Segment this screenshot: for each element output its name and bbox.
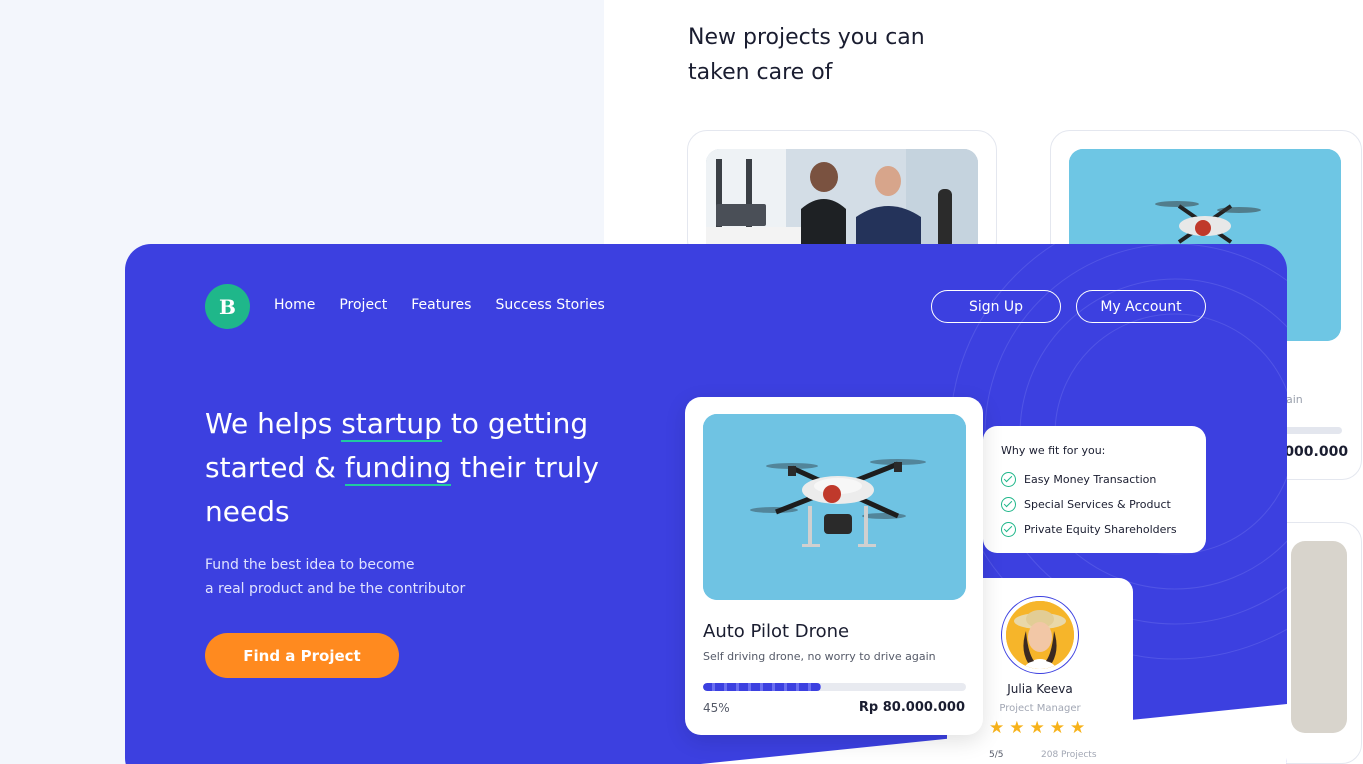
- brand-logo[interactable]: B: [205, 284, 250, 329]
- check-circle-icon: [1001, 522, 1016, 537]
- nav-success-stories[interactable]: Success Stories: [495, 297, 604, 313]
- why-we-fit-card: Why we fit for you: Easy Money Transacti…: [983, 426, 1206, 553]
- why-item: Private Equity Shareholders: [1001, 517, 1206, 542]
- back-project-card-1[interactable]: [687, 130, 997, 260]
- project-description: Self driving drone, no worry to drive ag…: [703, 650, 936, 663]
- star-icon: ★: [1029, 718, 1045, 738]
- star-icon: ★: [1009, 718, 1025, 738]
- why-item: Easy Money Transaction: [1001, 467, 1206, 492]
- why-item: Special Services & Product: [1001, 492, 1206, 517]
- project-count: 208 Projects: [1041, 750, 1097, 760]
- funding-percent: 45%: [703, 701, 730, 715]
- team-photo: [706, 149, 978, 259]
- drone-photo: [703, 414, 966, 600]
- hero-subtitle: Fund the best idea to become a real prod…: [205, 557, 466, 597]
- hero-headline: We helps startup to getting started & fu…: [205, 402, 645, 534]
- rating-value: 5/5: [989, 750, 1004, 760]
- check-circle-icon: [1001, 497, 1016, 512]
- back-card-price: .000.000: [1279, 444, 1349, 460]
- avatar: [1001, 596, 1079, 674]
- nav-features[interactable]: Features: [411, 297, 471, 313]
- funding-target: Rp 80.000.000: [858, 700, 965, 715]
- star-rating: ★ ★ ★ ★ ★: [989, 718, 1085, 738]
- nav-project[interactable]: Project: [339, 297, 387, 313]
- find-project-button[interactable]: Find a Project: [205, 633, 399, 678]
- check-circle-icon: [1001, 472, 1016, 487]
- why-title: Why we fit for you:: [1001, 444, 1106, 457]
- hero-section: B Home Project Features Success Stories …: [125, 244, 1287, 764]
- main-nav: Home Project Features Success Stories: [274, 297, 605, 313]
- funding-progress-bar: [703, 683, 966, 691]
- highlight-startup: startup: [341, 402, 442, 446]
- star-icon: ★: [1049, 718, 1065, 738]
- my-account-button[interactable]: My Account: [1076, 290, 1206, 323]
- sign-up-button[interactable]: Sign Up: [931, 290, 1061, 323]
- funding-progress-fill: [703, 683, 822, 691]
- star-icon: ★: [1070, 718, 1086, 738]
- device-photo-back: [1291, 541, 1347, 733]
- star-icon: ★: [989, 718, 1005, 738]
- nav-home[interactable]: Home: [274, 297, 315, 313]
- highlight-funding: funding: [344, 446, 452, 490]
- project-card[interactable]: Auto Pilot Drone Self driving drone, no …: [685, 397, 983, 735]
- project-title: Auto Pilot Drone: [703, 621, 850, 642]
- back-page-title: New projects you can taken care of: [688, 25, 925, 85]
